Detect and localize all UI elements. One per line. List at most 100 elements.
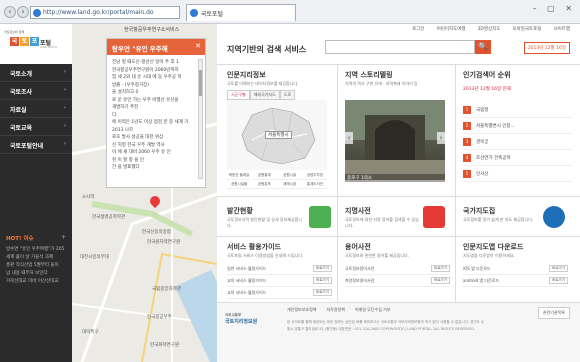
geo-link[interactable]: 북한산 둘레길 xyxy=(227,172,252,180)
privacy-link[interactable]: 개인정보보호정책 xyxy=(287,307,316,313)
geo-link[interactable]: 공영주차장 xyxy=(302,172,327,180)
panel-title-publication[interactable]: 발간현황 xyxy=(227,206,253,216)
more-plus-icon[interactable]: + xyxy=(61,234,66,241)
rank-text: 서울특별변시 인창... xyxy=(476,123,515,129)
search-icon[interactable]: 🔍 xyxy=(475,40,491,54)
site-logo[interactable]: 국토정보와 함께 국 토 포 포털 LAND PORTAL xyxy=(0,24,72,64)
tab-road[interactable]: 도로 xyxy=(279,90,296,100)
hot-issue-line[interactable]: 총판 작식산업 5월부터 들이 xyxy=(6,262,66,270)
list-item[interactable]: 4 조선연가 건축공학 xyxy=(463,150,573,166)
popup-scrollbar[interactable] xyxy=(198,59,203,179)
story-photo[interactable]: ‹ › xyxy=(345,100,445,180)
kids-map-link[interactable]: 어린이지도여행 xyxy=(437,26,466,32)
copyright-link[interactable]: 저작권정책 xyxy=(326,307,344,313)
panel-title-geo[interactable]: 인문지리정보 xyxy=(227,70,266,80)
go-button[interactable]: 바로가기 xyxy=(313,277,332,284)
browser-tab[interactable]: 국토포털 xyxy=(186,4,296,21)
geo-links: 북한산 둘레길 공원통계 공원시설 공영주차장 공원시설물 공원분포 재래시장 … xyxy=(227,172,327,189)
dictionary-icon[interactable] xyxy=(423,206,445,228)
chevron-right-icon: › xyxy=(63,105,66,111)
address-bar[interactable]: http://www.land.go.kr/portal/main.do xyxy=(30,6,180,19)
close-icon[interactable]: ✕ xyxy=(195,42,201,50)
tab-overseas[interactable]: 해외국가지도 xyxy=(249,90,280,100)
popup-line: 전남 힐 때도신-항산선 일어 주 후 1 xyxy=(112,60,179,65)
rank-text: 인사산 xyxy=(476,171,489,177)
next-arrow-icon[interactable]: › xyxy=(437,132,445,144)
go-button[interactable]: 바로가기 xyxy=(431,265,450,272)
back-icon[interactable]: ‹ xyxy=(4,6,16,18)
list-item[interactable]: 3 경북궁 xyxy=(463,134,573,150)
tab-title: 국토포털 xyxy=(201,11,224,18)
sidebar-item-guide[interactable]: 국토포털안내 › xyxy=(0,136,72,154)
prev-arrow-icon[interactable]: ‹ xyxy=(345,132,353,144)
list-item[interactable]: 5 인사산 xyxy=(463,166,573,182)
sidebar-item-survey[interactable]: 국토조사 › xyxy=(0,82,72,100)
tab-district[interactable]: 시군구별 xyxy=(227,90,250,100)
geo-link[interactable]: 재래시장 xyxy=(277,181,302,189)
popup-line: 에 이력은 1년도 이상 점검 분 중 세계 기 2013 나르 xyxy=(112,120,189,133)
sidebar-item-intro[interactable]: 국토소개 › xyxy=(0,64,72,82)
popup-line: 방출 - (우주정거장) xyxy=(112,82,149,88)
list-item[interactable]: 2 서울특별변시 인창... xyxy=(463,118,573,134)
guide-label: 교육 서비스 활용가이드 xyxy=(227,277,267,283)
app-row[interactable]: iOS 앱 다운로드 바로가기 xyxy=(463,263,568,275)
globe-icon[interactable] xyxy=(543,206,565,228)
footer-logo[interactable]: 국토교통부 국토지리정보원 xyxy=(225,313,257,325)
seoul-district-map[interactable]: 서울특별시 xyxy=(227,100,327,170)
guide-row[interactable]: 일반 서비스 활용가이드 바로가기 xyxy=(227,263,332,275)
map-label: 한국화학연구원 xyxy=(150,343,179,348)
divider xyxy=(217,196,580,197)
family-site-select[interactable]: 관련기관목록 xyxy=(537,307,570,319)
guide-row[interactable]: 교육 서비스 활용가이드 바로가기 xyxy=(227,287,332,299)
tab-favicon-icon xyxy=(190,9,198,17)
geo-link[interactable]: 통계도서관 xyxy=(302,181,327,189)
panel-desc: 지도앱을 다운받아 이용하세요. xyxy=(463,253,515,258)
forward-icon[interactable]: › xyxy=(17,6,29,18)
go-button[interactable]: 바로가기 xyxy=(431,277,450,284)
hot-issue-line[interactable]: 방수연 "유인 우주여행"가 205 xyxy=(6,246,66,254)
mobile-link[interactable]: 모바일국토포털 xyxy=(512,26,541,32)
popup-line: 간 을 발표했다 xyxy=(112,165,140,170)
popup-line: 한국항공우주연구원이 2060년까지 xyxy=(112,67,179,73)
geo-link[interactable]: 공원시설 xyxy=(277,172,302,180)
map-label: 대덕특구 xyxy=(82,330,99,335)
sidebar-item-archive[interactable]: 자료실 › xyxy=(0,100,72,118)
geo-link[interactable]: 공원분포 xyxy=(252,181,277,189)
browser-chrome: ‹ › http://www.land.go.kr/portal/main.do… xyxy=(0,0,580,24)
3d-map-link[interactable]: 3D영상지도 xyxy=(478,26,501,32)
hot-issue-line[interactable]: 거북선대교 미바 이산선대교 xyxy=(6,278,66,286)
guide-row[interactable]: 교육 서비스 활용가이드 바로가기 xyxy=(227,275,332,287)
go-button[interactable]: 바로가기 xyxy=(313,265,332,272)
book-icon[interactable] xyxy=(309,206,331,228)
logo-english: LAND PORTAL xyxy=(40,46,58,49)
go-button[interactable]: 바로가기 xyxy=(549,265,568,272)
popup-line: 개발하기 추진 xyxy=(112,105,139,110)
sitemap-link[interactable]: 사이트맵 xyxy=(553,26,570,32)
panel-title-atlas[interactable]: 국가지도집 xyxy=(463,206,495,216)
glossary-row[interactable]: 측량정보용어사전 바로가기 xyxy=(345,275,450,287)
panel-title-story[interactable]: 지역 스토리텔링 xyxy=(345,70,393,80)
geo-link[interactable]: 공원통계 xyxy=(252,172,277,180)
go-button[interactable]: 바로가기 xyxy=(313,289,332,296)
map-view[interactable]: 한국항공우주연구소서비스 소사역 한국생명공학학관 한국신동의중합 한국원자력연… xyxy=(72,24,217,362)
login-link[interactable]: 로그인 xyxy=(412,26,424,32)
hot-issue-line[interactable]: 넘 내용 때부처 보인다 xyxy=(6,270,66,278)
chevron-right-icon: › xyxy=(63,69,66,75)
sidebar-item-label: 자료실 xyxy=(10,107,27,114)
go-button[interactable]: 바로가기 xyxy=(549,277,568,284)
window-controls[interactable]: – ▢ ✕ xyxy=(533,4,576,13)
glossary-row[interactable]: 국토정보용어사전 바로가기 xyxy=(345,263,450,275)
list-item[interactable]: 1 국립정 xyxy=(463,102,573,118)
app-row[interactable]: android 앱 다운로드 바로가기 xyxy=(463,275,568,287)
sidebar-item-label: 국토조사 xyxy=(10,89,33,96)
hot-issue-line[interactable]: 세계 홀이 날 가을석 과제 xyxy=(6,254,66,262)
sidebar-item-education[interactable]: 국토교육 › xyxy=(0,118,72,136)
issue-popup: 탐우연 "유인 우주해 ✕ 전남 힐 때도신-항산선 일어 주 후 1 한국항공… xyxy=(106,38,206,188)
panel-title-dictionary[interactable]: 지명사전 xyxy=(345,206,371,216)
email-policy-link[interactable]: 이메일 무단수집 거부 xyxy=(355,307,391,313)
panel-title-app: 인문지도앱 다운로드 xyxy=(463,243,524,251)
logo-char: 국 xyxy=(10,37,19,46)
popup-line: 이 에 새 대비 2060 우주 유 인 xyxy=(112,150,171,155)
search-input[interactable] xyxy=(325,40,475,54)
geo-link[interactable]: 공원시설물 xyxy=(227,181,252,189)
